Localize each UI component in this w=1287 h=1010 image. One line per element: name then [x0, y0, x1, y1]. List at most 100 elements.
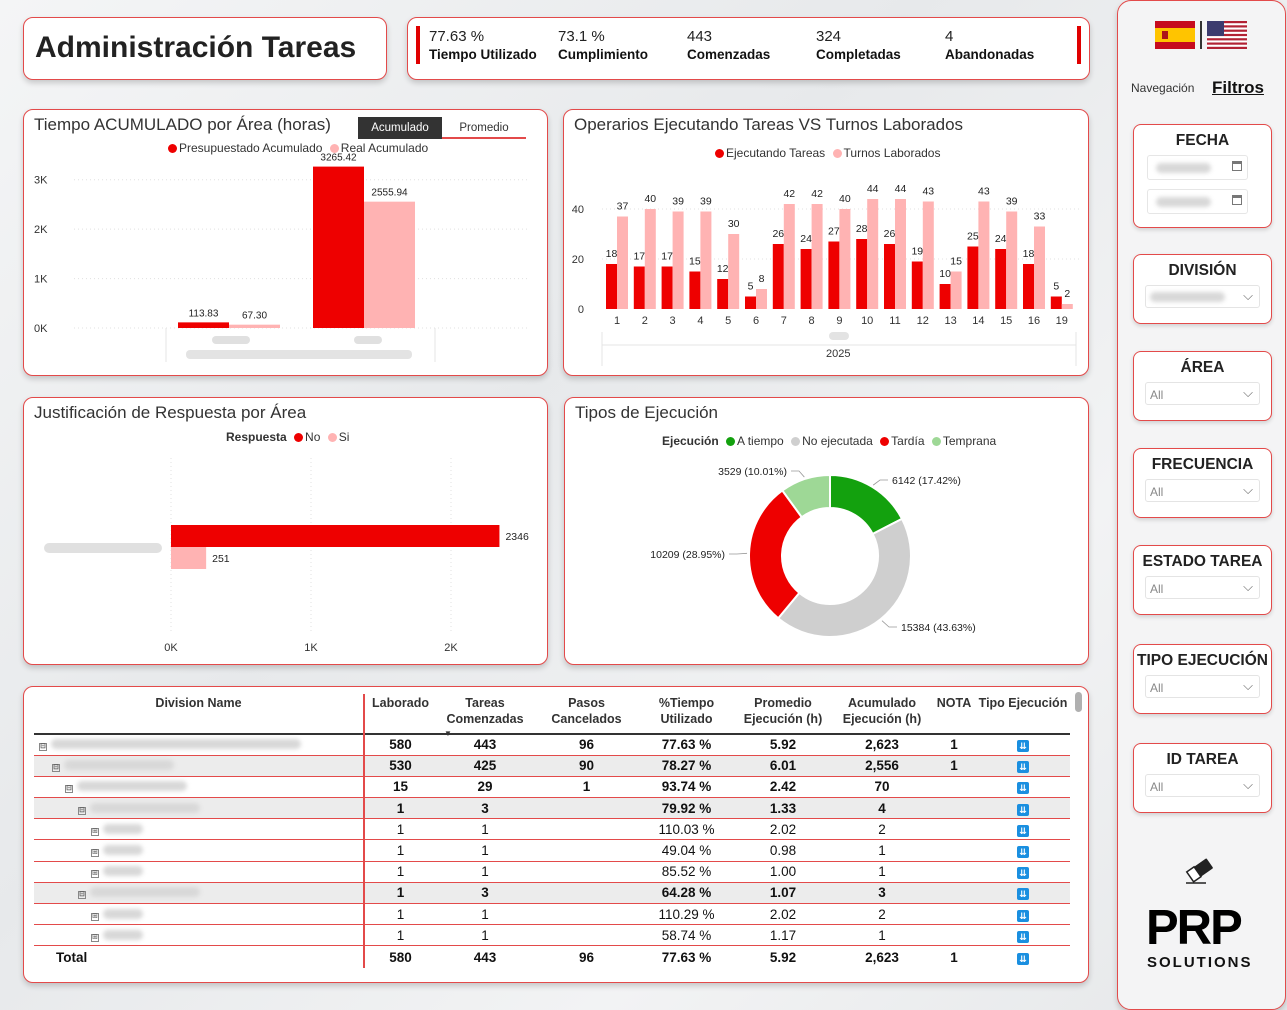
bar	[856, 239, 868, 309]
table-cell: 1	[364, 861, 436, 883]
bar	[689, 271, 701, 309]
x-tick-label: 3	[670, 315, 676, 327]
table-cell: 58.74 %	[639, 924, 734, 947]
collapse-icon[interactable]: ⊟	[52, 764, 60, 773]
download-icon[interactable]: ⇊	[1017, 824, 1029, 837]
kpi-cumplimiento: 73.1 % Cumplimiento	[558, 28, 648, 62]
id-tarea-dropdown[interactable]: All ⌵	[1145, 774, 1260, 797]
download-icon[interactable]: ⇊	[1017, 952, 1029, 965]
download-icon[interactable]: ⇊	[1017, 867, 1029, 880]
filter-title: DIVISIÓN	[1168, 262, 1237, 279]
x-tick-label: 6	[753, 315, 759, 327]
calendar-icon[interactable]	[1232, 195, 1242, 205]
table-cell: 1	[364, 903, 436, 926]
calendar-icon[interactable]	[1232, 161, 1242, 171]
table-row[interactable]: ⊞ 1 1 110.29 % 2.02 2 ⇊	[34, 903, 1070, 926]
table-row[interactable]: ⊟ 580 443 96 77.63 % 5.92 2,623 1 ⇊	[34, 732, 1070, 756]
bar	[922, 201, 934, 309]
bar	[178, 322, 229, 328]
col-promedio-ejecucion[interactable]: Promedio Ejecución (h)	[734, 694, 832, 734]
download-icon[interactable]: ⇊	[1017, 930, 1029, 943]
title-card: Administración Tareas	[23, 17, 387, 80]
collapse-icon[interactable]: ⊟	[78, 806, 86, 815]
x-tick-label: 16	[1028, 315, 1040, 327]
bar	[728, 234, 740, 309]
download-icon[interactable]: ⇊	[1017, 782, 1029, 795]
download-icon[interactable]: ⇊	[1017, 846, 1029, 859]
redacted-value	[1156, 197, 1211, 207]
data-label: 40	[839, 193, 851, 205]
usa-flag-icon[interactable]	[1207, 21, 1247, 49]
collapse-icon[interactable]: ⊟	[65, 785, 73, 794]
col-tipo-ejecucion[interactable]: Tipo Ejecución	[976, 694, 1070, 734]
date-end-input[interactable]	[1147, 189, 1248, 214]
table-row[interactable]: ⊞ 1 1 110.03 % 2.02 2 ⇊	[34, 818, 1070, 841]
table-cell: 2	[832, 818, 932, 841]
table-row[interactable]: ⊟ 15 29 1 93.74 % 2.42 70 ⇊	[34, 776, 1070, 799]
data-label: 113.83	[189, 308, 219, 319]
estado-tarea-dropdown[interactable]: All ⌵	[1145, 576, 1260, 599]
chevron-down-icon: ⌵	[1243, 579, 1253, 594]
table-cell: 3	[436, 797, 534, 820]
expand-icon[interactable]: ⊞	[91, 933, 99, 942]
download-icon[interactable]: ⇊	[1017, 740, 1029, 753]
tipo-ejecucion-cell: ⇊	[976, 924, 1070, 947]
table-row[interactable]: ⊞ 1 1 85.52 % 1.00 1 ⇊	[34, 861, 1070, 883]
nav-link[interactable]: Navegación	[1131, 81, 1194, 95]
redacted-name	[103, 845, 143, 856]
table-cell	[932, 797, 976, 820]
x-tick-label: 0K	[164, 642, 178, 654]
table-cell: 1	[932, 755, 976, 777]
table-row[interactable]: ⊟ 530 425 90 78.27 % 6.01 2,556 1 ⇊	[34, 755, 1070, 777]
kpi-accent-left	[416, 26, 420, 64]
data-label: 3265.42	[320, 153, 357, 164]
data-label: 10	[939, 268, 951, 280]
col-division-name[interactable]: Division Name	[34, 694, 365, 734]
table-row[interactable]: ⊞ 1 1 58.74 % 1.17 1 ⇊	[34, 924, 1070, 947]
filters-link[interactable]: Filtros	[1212, 78, 1264, 98]
collapse-icon[interactable]: ⊟	[78, 891, 86, 900]
x-tick-label: 13	[944, 315, 956, 327]
col-nota[interactable]: NOTA	[932, 694, 976, 734]
division-name-cell: ⊞	[34, 903, 365, 926]
table-row[interactable]: ⊟ 1 3 64.28 % 1.07 3 ⇊	[34, 882, 1070, 905]
col-laborado[interactable]: Laborado	[364, 694, 436, 734]
col-acumulado-ejecucion[interactable]: Acumulado Ejecución (h)	[832, 694, 932, 734]
data-label: 15	[950, 256, 962, 268]
redacted-name	[103, 908, 143, 919]
tipo-ejecucion-cell: ⇊	[976, 776, 1070, 799]
tipo-ejecucion-cell: ⇊	[976, 797, 1070, 820]
frecuencia-dropdown[interactable]: All ⌵	[1145, 479, 1260, 502]
bar	[1034, 226, 1045, 309]
date-start-input[interactable]	[1147, 155, 1248, 180]
division-dropdown[interactable]: ⌵	[1145, 285, 1260, 308]
filter-frecuencia: FRECUENCIA All ⌵	[1133, 448, 1272, 518]
table-row[interactable]: ⊞ 1 1 49.04 % 0.98 1 ⇊	[34, 839, 1070, 862]
download-icon[interactable]: ⇊	[1017, 803, 1029, 816]
bar	[661, 266, 673, 309]
table-cell: 2	[832, 903, 932, 926]
download-icon[interactable]: ⇊	[1017, 888, 1029, 901]
expand-icon[interactable]: ⊞	[91, 870, 99, 879]
bar	[967, 246, 979, 309]
kpi-value: 77.63 %	[429, 28, 485, 45]
table-cell: 2,623	[832, 732, 932, 756]
expand-icon[interactable]: ⊞	[91, 827, 99, 836]
filter-division: DIVISIÓN ⌵	[1133, 254, 1272, 324]
tipo-ejecucion-dropdown[interactable]: All ⌵	[1145, 675, 1260, 698]
kpi-value: 73.1 %	[558, 28, 605, 45]
table-row[interactable]: ⊟ 1 3 79.92 % 1.33 4 ⇊	[34, 797, 1070, 820]
spain-flag-icon[interactable]	[1155, 21, 1195, 49]
table-scrollbar[interactable]	[1075, 692, 1082, 712]
download-icon[interactable]: ⇊	[1017, 761, 1029, 774]
col-pasos-cancelados[interactable]: Pasos Cancelados	[534, 694, 639, 734]
eraser-icon[interactable]	[1182, 854, 1218, 886]
expand-icon[interactable]: ⊞	[91, 849, 99, 858]
area-dropdown[interactable]: All ⌵	[1145, 382, 1260, 405]
collapse-icon[interactable]: ⊟	[39, 743, 47, 752]
col-tiempo-utilizado[interactable]: %Tiempo Utilizado	[639, 694, 734, 734]
col-tareas-comenzadas[interactable]: Tareas Comenzadas ▼	[436, 694, 534, 738]
data-label: 10209 (28.95%)	[650, 549, 725, 561]
expand-icon[interactable]: ⊞	[91, 912, 99, 921]
download-icon[interactable]: ⇊	[1017, 909, 1029, 922]
